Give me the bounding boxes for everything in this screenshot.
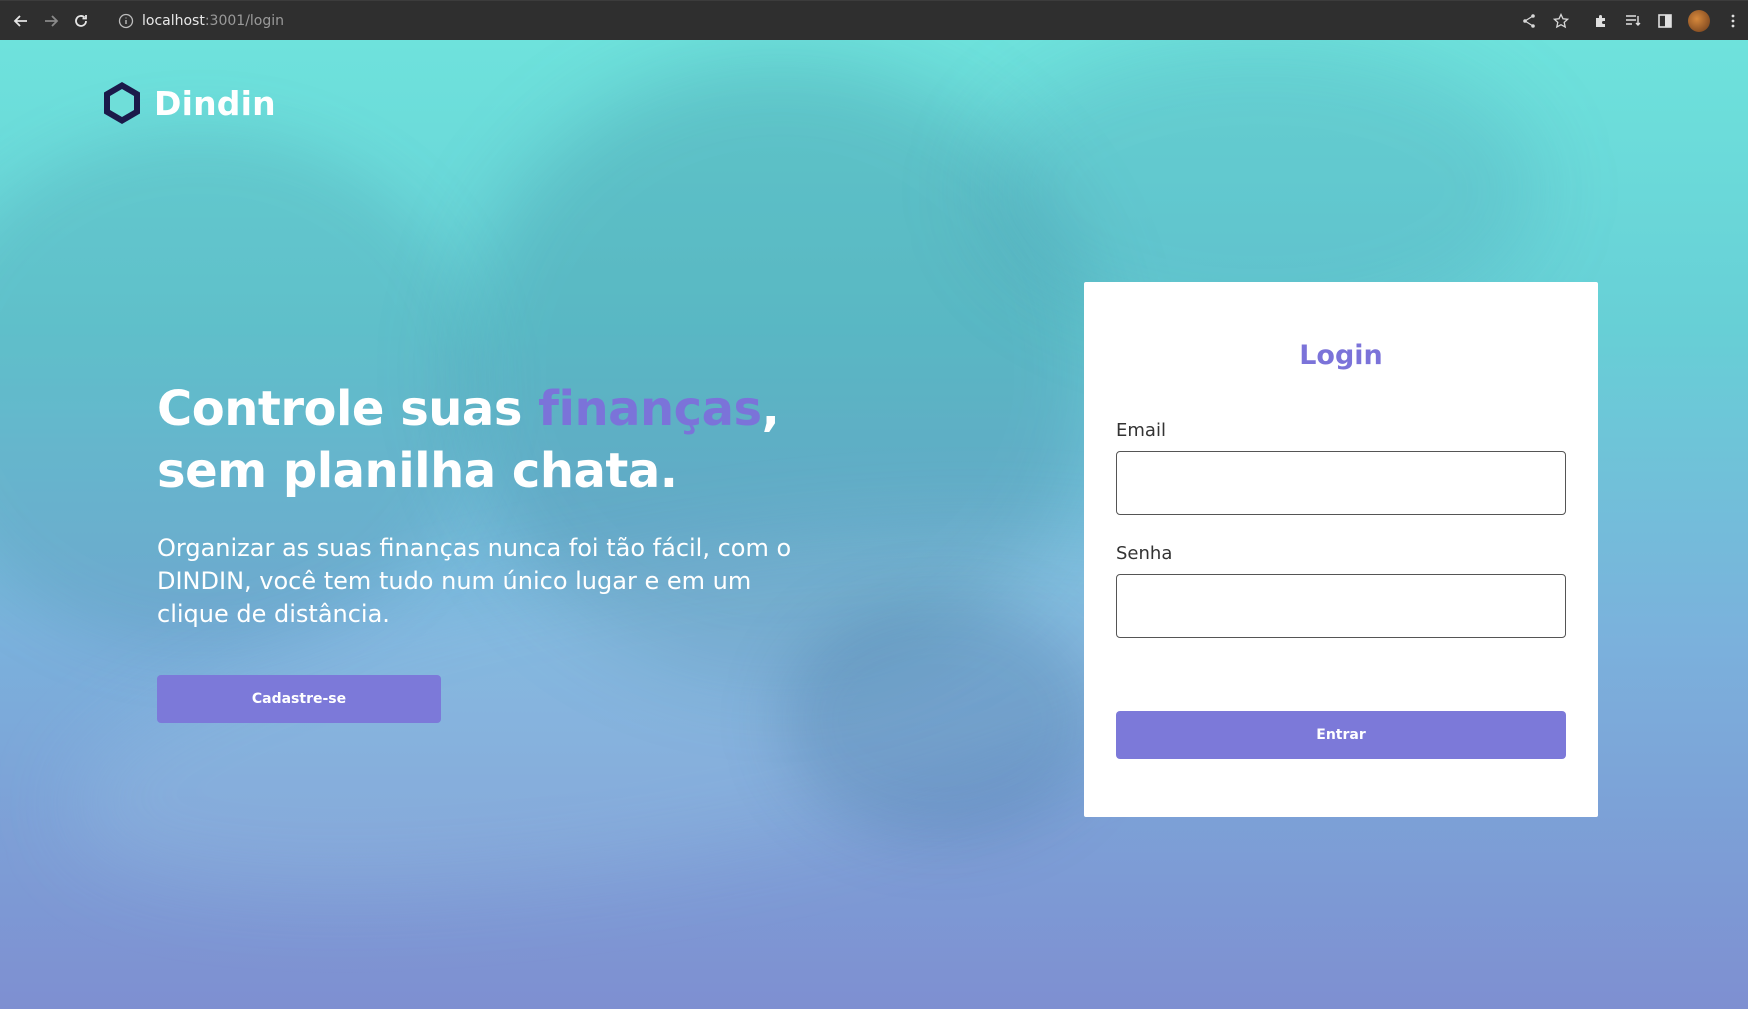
hero-section: Controle suas finanças, sem planilha chat… xyxy=(157,378,817,631)
bookmark-star-icon[interactable] xyxy=(1552,12,1570,30)
forward-icon[interactable] xyxy=(40,10,62,32)
profile-avatar-icon[interactable] xyxy=(1688,10,1710,32)
info-icon[interactable] xyxy=(118,13,134,29)
signup-button[interactable]: Cadastre-se xyxy=(157,675,441,723)
password-field[interactable] xyxy=(1116,574,1566,638)
logo-text: Dindin xyxy=(154,83,276,123)
login-page: Dindin Controle suas finanças, sem planil… xyxy=(0,40,1748,1009)
share-icon[interactable] xyxy=(1520,12,1538,30)
login-title: Login xyxy=(1299,340,1383,371)
address-bar[interactable]: localhost:3001/login xyxy=(118,7,284,35)
login-card: Login Email Senha Entrar xyxy=(1084,282,1598,817)
url-host: localhost xyxy=(142,12,205,29)
background-photo-shape xyxy=(780,600,1100,840)
hero-title-part2: , xyxy=(761,381,780,437)
reload-icon[interactable] xyxy=(70,10,92,32)
email-label: Email xyxy=(1116,420,1166,441)
hero-title: Controle suas finanças, sem planilha chat… xyxy=(157,378,817,502)
url-path: :3001/login xyxy=(204,12,285,29)
hexagon-logo-icon xyxy=(104,82,140,124)
password-label: Senha xyxy=(1116,543,1173,564)
login-submit-button[interactable]: Entrar xyxy=(1116,711,1566,759)
hero-title-accent: finanças xyxy=(538,381,762,437)
menu-dots-icon[interactable] xyxy=(1724,12,1742,30)
side-panel-icon[interactable] xyxy=(1656,12,1674,30)
extensions-icon[interactable] xyxy=(1592,12,1610,30)
browser-toolbar: localhost:3001/login xyxy=(0,0,1748,40)
logo: Dindin xyxy=(100,80,276,126)
back-icon[interactable] xyxy=(10,10,32,32)
hero-title-line2: sem planilha chata. xyxy=(157,443,678,499)
reading-list-icon[interactable] xyxy=(1624,12,1642,30)
hero-subtitle: Organizar as suas finanças nunca foi tão… xyxy=(157,534,792,628)
hero-title-part1: Controle suas xyxy=(157,381,539,437)
email-field[interactable] xyxy=(1116,451,1566,515)
